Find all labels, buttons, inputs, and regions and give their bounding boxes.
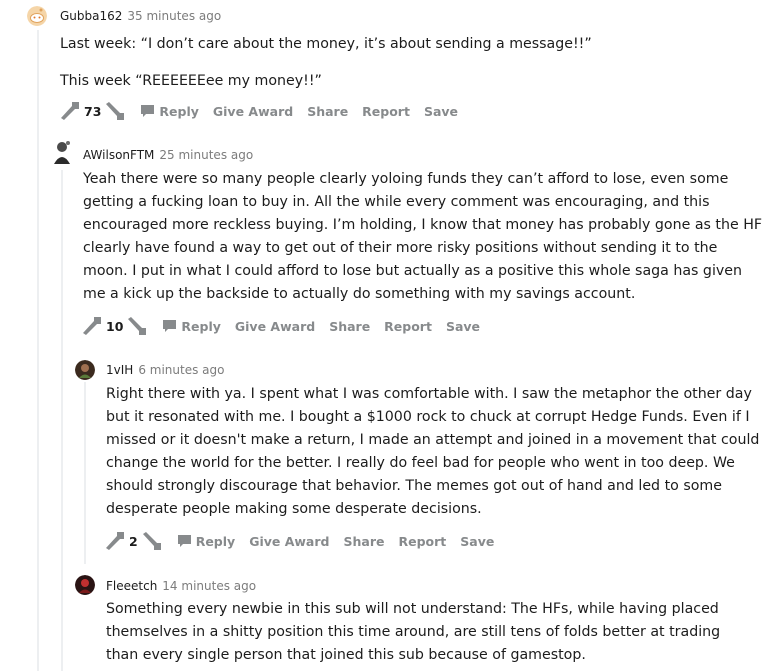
reply-icon bbox=[177, 535, 191, 547]
username[interactable]: AWilsonFTM bbox=[83, 148, 154, 162]
comment-text: Yeah there were so many people clearly y… bbox=[83, 171, 763, 302]
give-award-button[interactable]: Give Award bbox=[249, 534, 329, 549]
report-button[interactable]: Report bbox=[384, 319, 432, 334]
user-avatar-icon bbox=[54, 141, 70, 164]
share-button[interactable]: Share bbox=[343, 534, 384, 549]
timestamp[interactable]: 25 minutes ago bbox=[159, 148, 253, 162]
save-button[interactable]: Save bbox=[446, 319, 480, 334]
comment-text: Something every newbie in this sub will … bbox=[106, 601, 721, 663]
vote-controls: 10 bbox=[80, 314, 149, 338]
timestamp[interactable]: 6 minutes ago bbox=[138, 363, 224, 377]
username[interactable]: Fleeetch bbox=[106, 579, 157, 593]
vote-controls: 73 bbox=[58, 99, 127, 123]
comment-actions: 73 Reply Give Award Share Report Save bbox=[58, 99, 458, 123]
timestamp[interactable]: 35 minutes ago bbox=[127, 9, 221, 23]
avatar[interactable] bbox=[75, 360, 95, 380]
upvote-arrow-icon[interactable] bbox=[58, 99, 82, 123]
downvote-arrow-icon[interactable] bbox=[125, 314, 149, 338]
save-button[interactable]: Save bbox=[460, 534, 494, 549]
report-button[interactable]: Report bbox=[362, 104, 410, 119]
vote-score: 10 bbox=[106, 318, 124, 334]
snoo-avatar-icon bbox=[27, 6, 47, 26]
give-award-button[interactable]: Give Award bbox=[235, 319, 315, 334]
reply-button[interactable]: Reply bbox=[177, 533, 236, 549]
comment-actions: 2 Reply Give Award Share Report Save bbox=[103, 529, 494, 553]
downvote-arrow-icon[interactable] bbox=[140, 529, 164, 553]
reply-label: Reply bbox=[181, 318, 221, 334]
reply-icon bbox=[163, 320, 177, 332]
comment-text: This week “REEEEEEee my money!!” bbox=[60, 73, 322, 89]
user-avatar-icon bbox=[75, 360, 95, 380]
upvote-arrow-icon[interactable] bbox=[80, 314, 104, 338]
username[interactable]: 1vIH bbox=[106, 363, 133, 377]
reply-label: Reply bbox=[159, 103, 199, 119]
reply-label: Reply bbox=[195, 533, 236, 549]
username[interactable]: Gubba162 bbox=[60, 9, 122, 23]
reply-button[interactable]: Reply bbox=[141, 103, 199, 119]
upvote-arrow-icon[interactable] bbox=[103, 529, 127, 553]
vote-controls: 2 bbox=[103, 529, 164, 553]
report-button[interactable]: Report bbox=[398, 534, 446, 549]
vote-score: 73 bbox=[84, 103, 102, 119]
thread-line[interactable] bbox=[37, 30, 39, 671]
avatar[interactable] bbox=[75, 575, 95, 595]
comment-actions: 10 Reply Give Award Share Report Save bbox=[80, 314, 480, 338]
timestamp[interactable]: 14 minutes ago bbox=[162, 579, 256, 593]
vote-score: 2 bbox=[129, 533, 138, 549]
reply-button[interactable]: Reply bbox=[163, 318, 221, 334]
share-button[interactable]: Share bbox=[329, 319, 370, 334]
thread-line[interactable] bbox=[84, 382, 86, 564]
comment-text: Last week: “I don’t care about the money… bbox=[60, 36, 592, 52]
downvote-arrow-icon[interactable] bbox=[103, 99, 127, 123]
give-award-button[interactable]: Give Award bbox=[213, 104, 293, 119]
save-button[interactable]: Save bbox=[424, 104, 458, 119]
share-button[interactable]: Share bbox=[307, 104, 348, 119]
thread-line[interactable] bbox=[61, 170, 63, 671]
reply-icon bbox=[141, 105, 155, 117]
avatar[interactable] bbox=[27, 6, 47, 26]
comment-text: Right there with ya. I spent what I was … bbox=[106, 386, 760, 517]
avatar[interactable] bbox=[51, 140, 71, 164]
user-avatar-icon bbox=[75, 575, 95, 595]
